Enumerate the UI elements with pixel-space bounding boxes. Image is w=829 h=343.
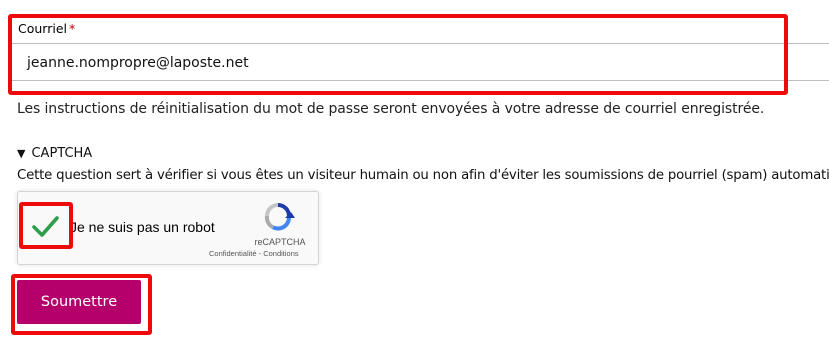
triangle-down-icon: ▼ — [17, 147, 26, 160]
required-mark: * — [69, 21, 76, 36]
email-label: Courriel * — [18, 21, 75, 36]
email-help-text: Les instructions de réinitialisation du … — [17, 101, 765, 117]
captcha-summary[interactable]: ▼ CAPTCHA — [17, 146, 92, 161]
email-field-value[interactable]: jeanne.nompropre@laposte.net — [27, 55, 249, 71]
checkmark-icon — [32, 216, 59, 237]
captcha-description: Cette question sert à vérifier si vous ê… — [17, 168, 829, 183]
captcha-summary-label: CAPTCHA — [31, 146, 93, 161]
email-label-text: Courriel — [18, 21, 67, 36]
recaptcha-brand: reCAPTCHA — [254, 237, 306, 247]
recaptcha-checkbox-label: Je ne suis pas un robot — [70, 219, 215, 235]
submit-button[interactable]: Soumettre — [17, 280, 141, 324]
recaptcha-checkbox[interactable] — [25, 206, 65, 246]
recaptcha-logo-icon — [258, 199, 298, 235]
recaptcha-privacy-terms-links[interactable]: Confidentialité - Conditions — [209, 249, 299, 258]
